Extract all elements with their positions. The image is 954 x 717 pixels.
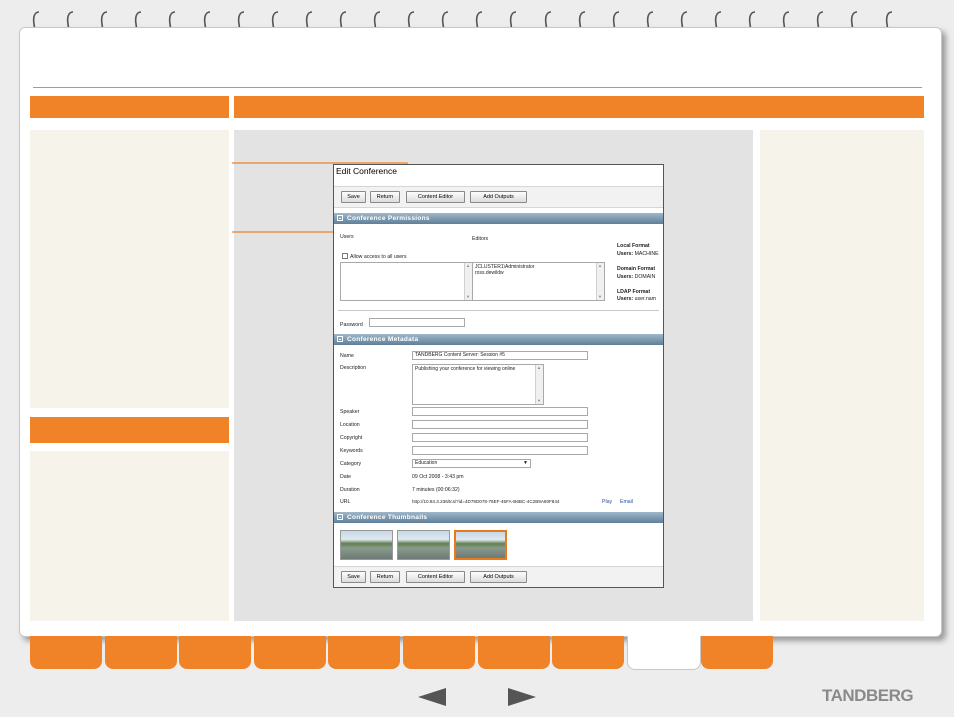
local-format-users-val: MACHINE — [634, 251, 659, 257]
users-listbox-scrollbar[interactable] — [464, 263, 472, 300]
copyright-label: Copyright — [340, 435, 363, 441]
left-lower-header-bar — [30, 417, 229, 443]
editors-label: Editors — [472, 236, 489, 242]
users-listbox[interactable] — [340, 262, 473, 301]
top-toolbar: Save Return Content Editor Add Outputs — [334, 186, 663, 208]
name-field[interactable]: TANDBERG Content Server: Session #5 — [412, 351, 588, 360]
category-value: Education — [415, 460, 438, 466]
left-text-panel — [30, 130, 229, 408]
bottom-toolbar: Save Return Content Editor Add Outputs — [334, 566, 663, 587]
save-button[interactable]: Save — [341, 571, 366, 583]
category-select[interactable]: Education ▼ — [412, 459, 531, 468]
description-value: Publishing your conference for viewing o… — [415, 366, 516, 372]
editors-listbox[interactable]: JCLUSTER1\Administrator ross.dewildw — [472, 262, 605, 301]
location-field[interactable] — [412, 420, 588, 429]
editor-item[interactable]: ross.dewildw — [475, 270, 602, 276]
chapter-tab[interactable] — [701, 636, 774, 669]
domain-format-users-key: Users: — [617, 274, 634, 280]
content-editor-button[interactable]: Content Editor — [406, 191, 465, 203]
thumbnails-section-header[interactable]: Conference Thumbnails — [334, 512, 663, 523]
url-value: http://10.84.3.236/tcs/?id=4D79D078-76EF… — [412, 499, 560, 504]
speaker-field[interactable] — [412, 407, 588, 416]
left-lower-panel — [30, 451, 229, 621]
url-label: URL — [340, 499, 351, 505]
thumbnail-image-selected[interactable] — [454, 530, 507, 560]
password-field[interactable] — [369, 318, 465, 327]
left-section-header-bar — [30, 96, 229, 118]
edit-conference-window: Edit Conference Save Return Content Edit… — [333, 164, 664, 588]
domain-format-users-val: DOMAIN — [634, 274, 656, 280]
allow-all-label: Allow access to all users — [350, 254, 407, 260]
header-divider — [33, 87, 922, 88]
duration-label: Duration — [340, 487, 360, 493]
editors-listbox-scrollbar[interactable] — [596, 263, 604, 300]
metadata-header-label: Conference Metadata — [347, 336, 419, 343]
chapter-tab[interactable] — [253, 636, 326, 669]
chevron-down-icon[interactable]: ▼ — [523, 460, 528, 467]
return-button[interactable]: Return — [370, 571, 400, 583]
previous-arrow-icon[interactable] — [418, 688, 446, 706]
date-value: 09 Oct 2008 - 3:43 pm — [412, 474, 464, 480]
right-notes-panel — [760, 130, 924, 621]
chapter-tab[interactable] — [477, 636, 550, 669]
speaker-label: Speaker — [340, 409, 360, 415]
category-label: Category — [340, 461, 362, 467]
ldap-format-users-key: Users: — [617, 296, 634, 302]
domain-format-title: Domain Format — [617, 266, 656, 272]
collapse-icon[interactable] — [337, 215, 343, 221]
save-button[interactable]: Save — [341, 191, 366, 203]
chapter-tab[interactable] — [179, 636, 252, 669]
chapter-tab[interactable] — [30, 636, 102, 669]
collapse-icon[interactable] — [337, 336, 343, 342]
next-arrow-icon[interactable] — [508, 688, 536, 706]
allow-all-row[interactable]: Allow access to all users — [342, 253, 407, 260]
email-link[interactable]: Email — [620, 499, 633, 505]
collapse-icon[interactable] — [337, 514, 343, 520]
add-outputs-button[interactable]: Add Outputs — [470, 191, 527, 203]
duration-value: 7 minutes (00:06:32) — [412, 487, 460, 493]
metadata-section-header[interactable]: Conference Metadata — [334, 334, 663, 345]
thumbnail-image[interactable] — [397, 530, 450, 560]
content-editor-button[interactable]: Content Editor — [406, 571, 465, 583]
main-section-header-bar — [234, 96, 924, 118]
name-label: Name — [340, 353, 354, 359]
keywords-field[interactable] — [412, 446, 588, 455]
divider — [338, 310, 659, 311]
local-format-title: Local Format — [617, 243, 650, 249]
thumbnail-image[interactable] — [340, 530, 393, 560]
chapter-tab[interactable] — [328, 636, 401, 669]
copyright-field[interactable] — [412, 433, 588, 442]
thumbnails-header-label: Conference Thumbnails — [347, 514, 428, 521]
description-scrollbar[interactable] — [535, 365, 543, 404]
return-button[interactable]: Return — [370, 191, 400, 203]
description-label: Description — [340, 365, 366, 371]
permissions-section-header[interactable]: Conference Permissions — [334, 213, 663, 224]
window-title: Edit Conference — [336, 166, 397, 176]
tandberg-logo: TANDBERG — [822, 686, 914, 705]
chapter-tab[interactable] — [552, 636, 625, 669]
chapter-tab-active[interactable] — [626, 636, 701, 670]
users-label: Users — [340, 234, 354, 240]
date-label: Date — [340, 474, 351, 480]
permissions-header-label: Conference Permissions — [347, 215, 430, 222]
chapter-tab[interactable] — [403, 636, 475, 669]
description-field[interactable]: Publishing your conference for viewing o… — [412, 364, 544, 405]
ldap-format-users-val: user.nam — [634, 296, 656, 302]
password-label: Password — [340, 322, 363, 328]
keywords-label: Keywords — [340, 448, 363, 454]
allow-all-checkbox[interactable] — [342, 253, 348, 259]
add-outputs-button[interactable]: Add Outputs — [470, 571, 527, 583]
local-format-users-key: Users: — [617, 251, 634, 257]
location-label: Location — [340, 422, 360, 428]
play-link[interactable]: Play — [602, 499, 612, 505]
chapter-tab[interactable] — [104, 636, 177, 669]
ldap-format-title: LDAP Format — [617, 289, 651, 295]
